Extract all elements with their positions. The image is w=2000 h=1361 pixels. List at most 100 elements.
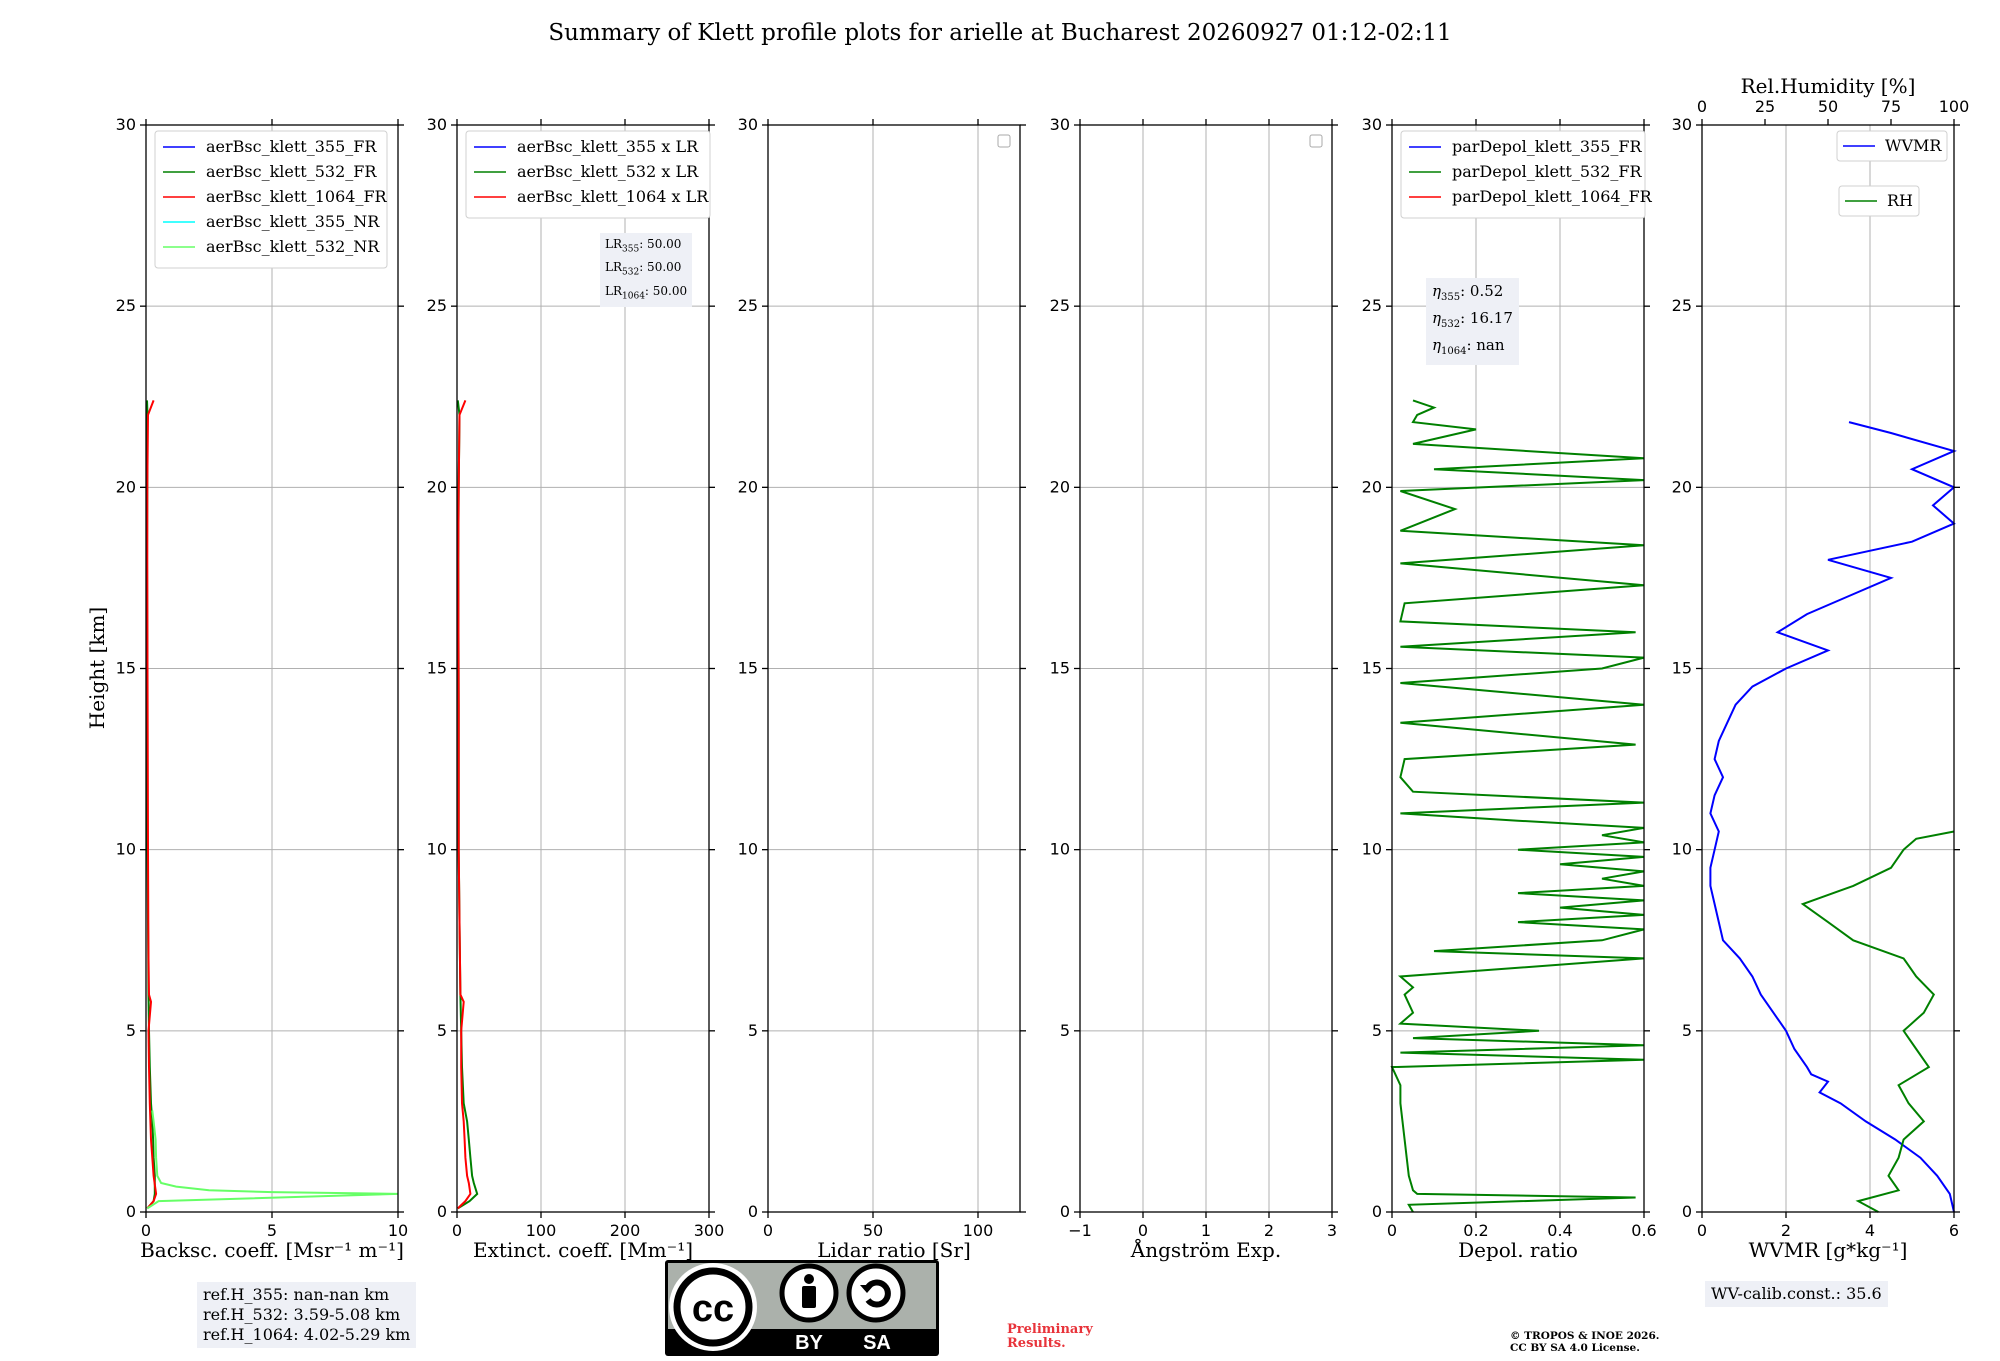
copyright-note: © TROPOS & INOE 2026. CC BY SA 4.0 Licen… [1510, 1330, 1660, 1354]
panel-2-y-tick-label: 10 [427, 840, 447, 859]
panel-6-top-axis-label: Rel.Humidity [%] [1741, 74, 1916, 98]
panel-5-y-tick-label: 5 [1372, 1021, 1382, 1040]
panel-6-y-tick-label: 5 [1682, 1021, 1692, 1040]
panel-1-y-tick-label: 0 [126, 1202, 136, 1221]
panel-5-legend-label: parDepol_klett_532_FR [1452, 162, 1643, 181]
panel-6-legend-label: RH [1887, 191, 1913, 210]
panel-2-series-aerBsc_klett_1064 x LR [457, 400, 472, 1210]
ref-height-532: ref.H_532: 3.59-5.08 km [203, 1305, 401, 1324]
panel-4-y-tick-label: 10 [1050, 840, 1070, 859]
lr-532: LR532: 50.00 [605, 260, 682, 278]
panel-6-top-tick-label: 100 [1939, 97, 1970, 116]
panel-1-series-aerBsc_klett_532_NR [146, 1110, 399, 1210]
panel-1-legend-label: aerBsc_klett_1064_FR [206, 187, 388, 206]
panel-3-y-tick-label: 0 [748, 1202, 758, 1221]
panel-3-empty-legend [997, 134, 1011, 148]
panel-3-y-tick-label: 30 [738, 115, 758, 134]
panel-6-y-tick-label: 30 [1672, 115, 1692, 134]
y-axis-label: Height [km] [85, 607, 109, 729]
panel-6-y-tick-label: 0 [1682, 1202, 1692, 1221]
panel-2-y-tick-label: 5 [437, 1021, 447, 1040]
panel-2-y-tick-label: 0 [437, 1202, 447, 1221]
panel-4-empty-legend [1309, 134, 1323, 148]
lr-1064: LR1064: 50.00 [605, 283, 688, 302]
panel-4-x-axis-label: Ångström Exp. [1130, 1237, 1281, 1262]
panel-3-y-tick-label: 10 [738, 840, 758, 859]
panel-1-x-axis-label: Backsc. coeff. [Msr⁻¹ m⁻¹] [140, 1238, 404, 1262]
panel-1-y-tick-label: 25 [116, 296, 136, 315]
depol-eta-box: η355: 0.52 η532: 16.17 η1064: nan [1426, 278, 1519, 365]
panel-4-y-tick-label: 25 [1050, 296, 1070, 315]
panel-1-y-tick-label: 15 [116, 659, 136, 678]
panel-6-top-tick-label: 25 [1755, 97, 1775, 116]
panel-3-x-tick-label: 0 [763, 1221, 773, 1240]
panel-2-legend-label: aerBsc_klett_532 x LR [517, 162, 699, 181]
panel-3-y-tick-label: 20 [738, 477, 758, 496]
panel-5-y-tick-label: 10 [1362, 840, 1382, 859]
panel-5-x-axis-label: Depol. ratio [1458, 1238, 1578, 1262]
panel-1-legend-label: aerBsc_klett_532_FR [206, 162, 377, 181]
panel-5-series-parDepol_klett_532_FR [1390, 399, 1645, 1213]
sa-label: SA [863, 1332, 891, 1354]
ref-height-1064: ref.H_1064: 4.02-5.29 km [203, 1325, 411, 1344]
panel-2-x-tick-label: 0 [452, 1221, 462, 1240]
panel-2-x-tick-label: 300 [694, 1221, 725, 1240]
panel-1-y-tick-label: 30 [116, 115, 136, 134]
panel-1-y-tick-label: 5 [126, 1021, 136, 1040]
wv-calib-box: WV-calib.const.: 35.6 [1705, 1281, 1888, 1307]
panel-6-legend-label: WVMR [1885, 136, 1942, 155]
panel-1-series-aerBsc_klett_1064_FR [146, 400, 158, 1210]
panel-4-x-tick-label: −1 [1068, 1221, 1092, 1240]
panel-2-y-tick-label: 20 [427, 477, 447, 496]
panel-3-y-tick-label: 5 [748, 1021, 758, 1040]
panel-2-legend-label: aerBsc_klett_1064 x LR [517, 187, 709, 206]
panel-6-x-axis-label: WVMR [g*kg⁻¹] [1749, 1238, 1908, 1262]
panel-3-y-tick-label: 25 [738, 296, 758, 315]
panel-6-y-tick-label: 20 [1672, 477, 1692, 496]
cc-license-badge[interactable]: cc BY SA [664, 1259, 940, 1357]
panel-5-legend-label: parDepol_klett_1064_FR [1452, 187, 1653, 206]
by-attribution-icon [779, 1263, 839, 1323]
panel-6-top-tick-label: 50 [1818, 97, 1838, 116]
lr-355: LR355: 50.00 [605, 237, 682, 255]
panel-5-y-tick-label: 0 [1372, 1202, 1382, 1221]
panel-5-y-tick-label: 20 [1362, 477, 1382, 496]
lidar-ratio-box: LR355: 50.00 LR532: 50.00 LR1064: 50.00 [600, 233, 693, 308]
by-label: BY [795, 1332, 823, 1354]
reference-height-box: ref.H_355: nan-nan km ref.H_532: 3.59-5.… [197, 1282, 417, 1348]
panel-1-y-tick-label: 20 [116, 477, 136, 496]
ref-height-355: ref.H_355: nan-nan km [203, 1285, 390, 1304]
panel-4-y-tick-label: 20 [1050, 477, 1070, 496]
panel-6-y-tick-label: 10 [1672, 840, 1692, 859]
panel-1-y-tick-label: 10 [116, 840, 136, 859]
panel-6-top-tick-label: 0 [1697, 97, 1707, 116]
panel-5-y-tick-label: 30 [1362, 115, 1382, 134]
panel-5-legend-label: parDepol_klett_355_FR [1452, 137, 1643, 156]
panel-6-y-tick-label: 15 [1672, 659, 1692, 678]
panel-5-x-tick-label: 0.6 [1631, 1221, 1656, 1240]
panel-1-legend-label: aerBsc_klett_355_NR [206, 212, 380, 231]
panel-4-y-tick-label: 15 [1050, 659, 1070, 678]
panel-4-y-tick-label: 0 [1060, 1202, 1070, 1221]
panel-2-y-tick-label: 15 [427, 659, 447, 678]
panel-2-x-axis-label: Extinct. coeff. [Mm⁻¹] [473, 1238, 693, 1262]
panel-2-legend-label: aerBsc_klett_355 x LR [517, 137, 699, 156]
panel-6-series-RH [1800, 830, 1955, 1213]
cc-logo-text: cc [692, 1288, 734, 1330]
panel-6-top-tick-label: 75 [1881, 97, 1901, 116]
share-alike-icon [846, 1263, 906, 1323]
panel-6-series-WVMR [1709, 421, 1957, 1213]
panel-5-x-tick-label: 0 [1387, 1221, 1397, 1240]
panel-6-x-tick-label: 0 [1697, 1221, 1707, 1240]
panel-5-y-tick-label: 25 [1362, 296, 1382, 315]
panel-1-legend-label: aerBsc_klett_355_FR [206, 137, 377, 156]
panel-6-x-tick-label: 6 [1949, 1221, 1959, 1240]
panel-4-y-tick-label: 30 [1050, 115, 1070, 134]
eta-355: η355: 0.52 [1432, 282, 1504, 303]
figure-canvas: Height [km]0 5 10051015202530Backsc. coeff… [85, 74, 1970, 1262]
eta-532: η532: 16.17 [1432, 309, 1513, 330]
preliminary-results-note: Preliminary Results. [1007, 1322, 1093, 1351]
panel-6-y-tick-label: 25 [1672, 296, 1692, 315]
panel-2-y-tick-label: 25 [427, 296, 447, 315]
panel-5-y-tick-label: 15 [1362, 659, 1382, 678]
